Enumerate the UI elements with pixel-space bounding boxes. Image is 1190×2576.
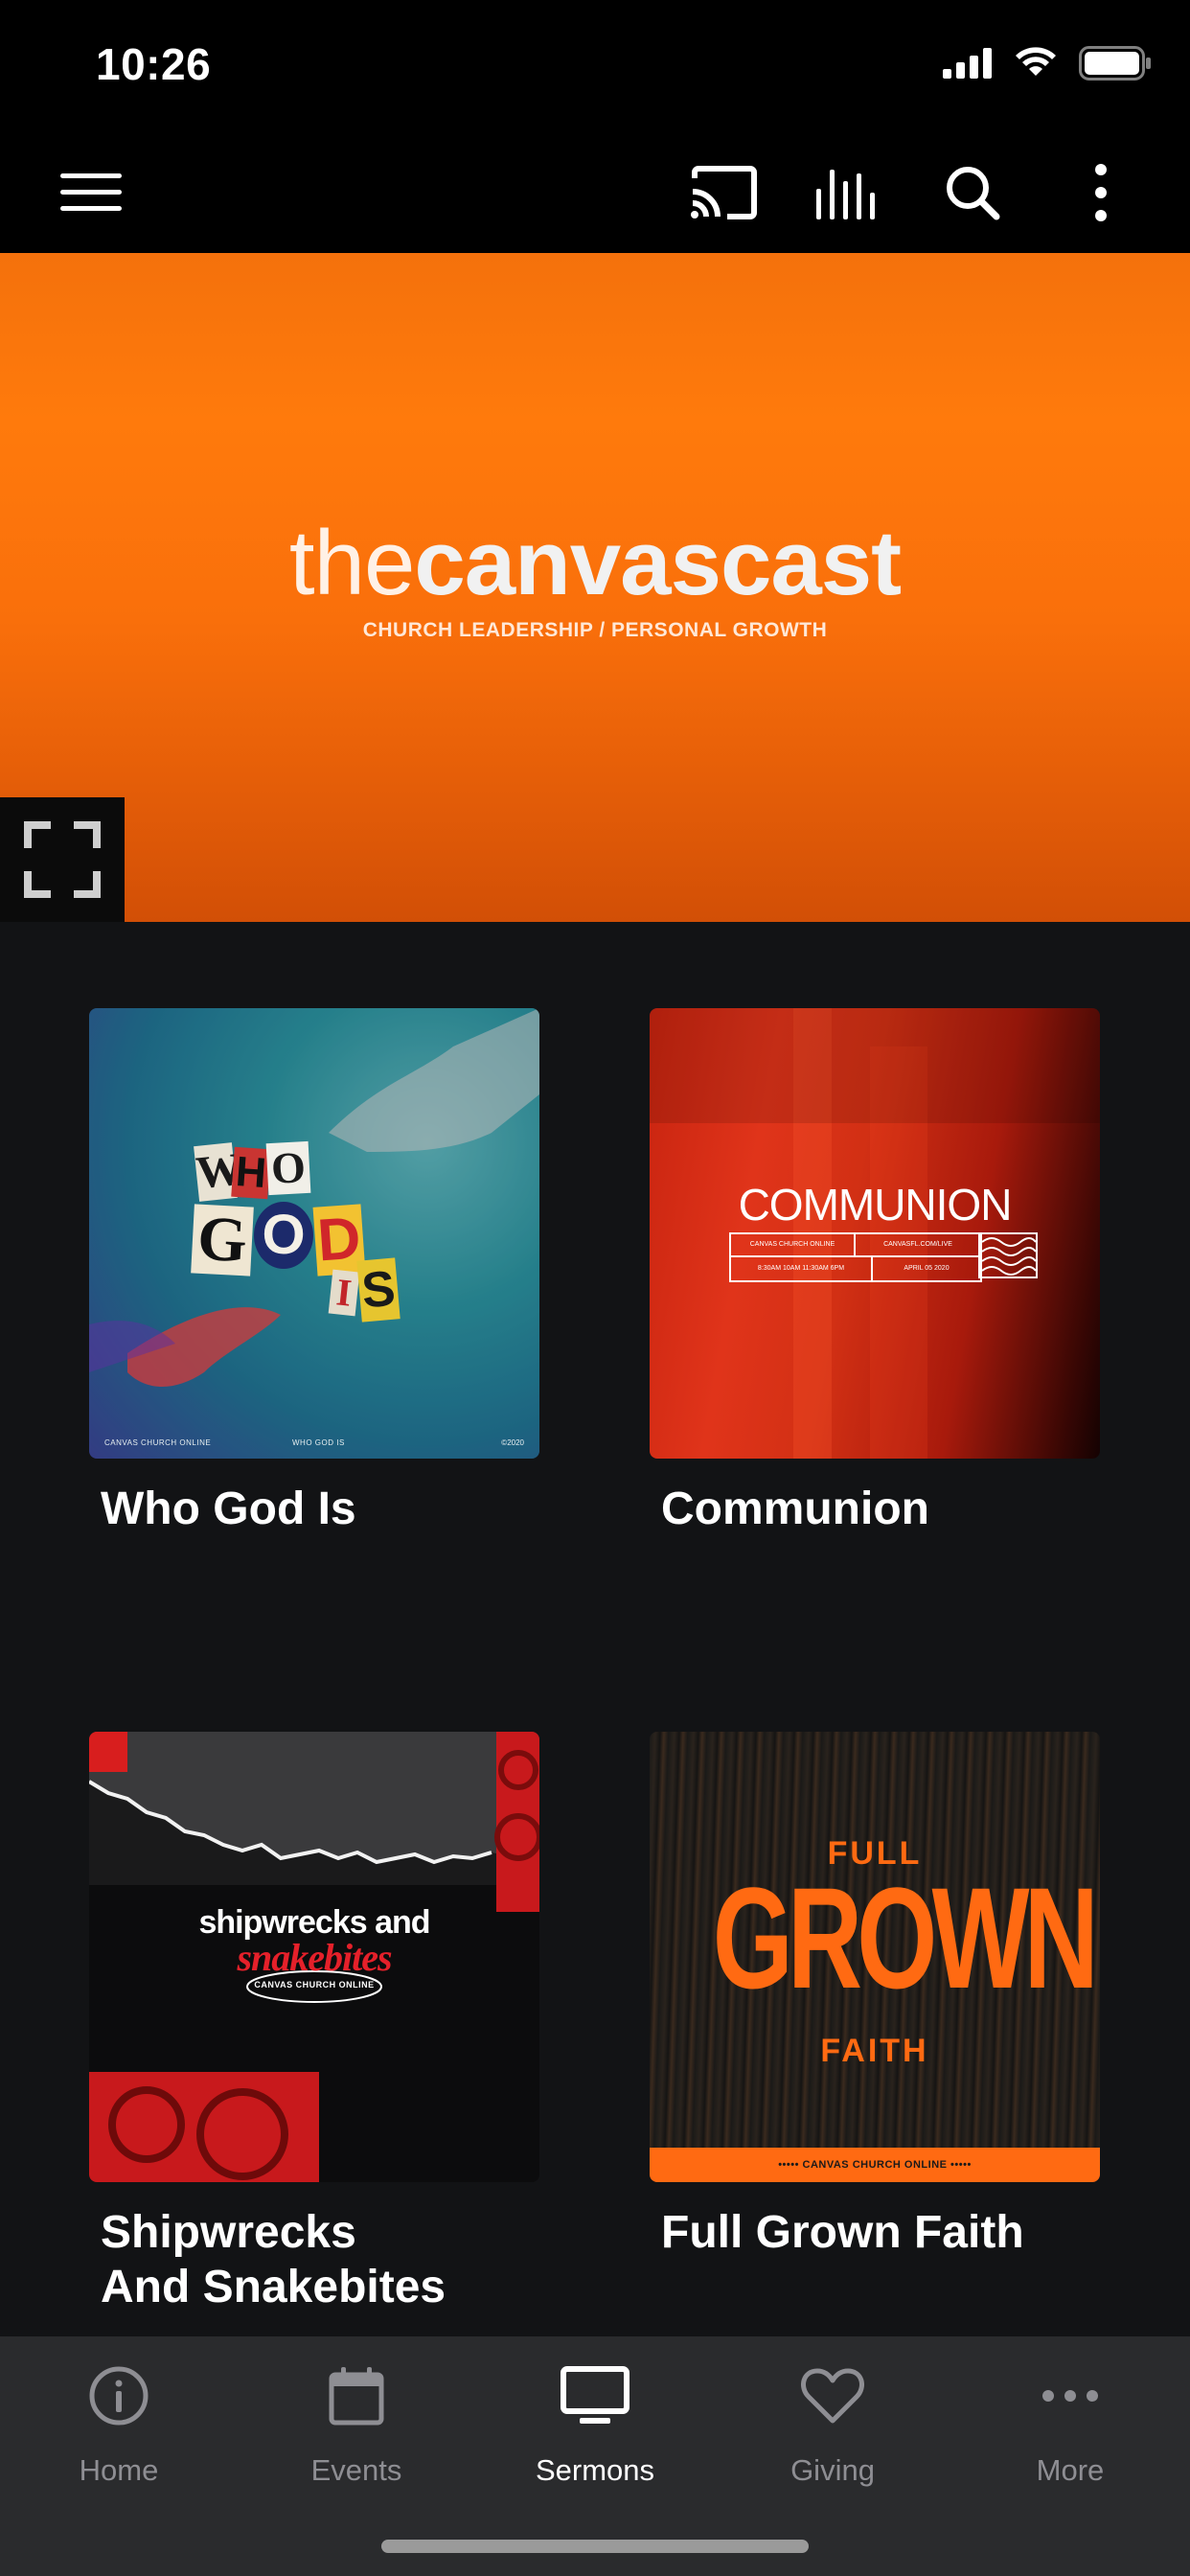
fullscreen-icon (24, 821, 101, 898)
collage-letter-text: G (195, 1203, 249, 1276)
sermon-artwork: COMMUNION CANVAS CHURCH ONLINE CANVASFL.… (650, 1008, 1100, 1459)
tab-home[interactable]: Home (0, 2336, 238, 2499)
heart-icon (714, 2359, 951, 2432)
collage-letter-text: O (262, 1204, 306, 1266)
tab-label: Home (79, 2453, 159, 2487)
tab-label: Sermons (535, 2453, 655, 2487)
info-icon (0, 2359, 238, 2432)
artwork-info-cell: APRIL 05 2020 (904, 1265, 950, 1272)
cellular-signal-icon (943, 48, 992, 79)
status-icons (943, 46, 1152, 80)
artwork-info-cell: CANVAS CHURCH ONLINE (731, 1234, 856, 1257)
collage-letter-text: H (234, 1147, 268, 1198)
artwork-heading: COMMUNION (738, 1180, 1013, 1230)
featured-hero-banner[interactable]: thecanvascast CHURCH LEADERSHIP / PERSON… (0, 253, 1190, 922)
status-time: 10:26 (96, 39, 212, 89)
collage-letter: O (254, 1202, 313, 1269)
sermon-artwork: W H O G O D I S CANVAS CHURCH ONLINE WHO… (89, 1008, 539, 1459)
artwork-badge: CANVAS CHURCH ONLINE (254, 1980, 375, 1990)
artwork-footer-text: ••••• CANVAS CHURCH ONLINE ••••• (778, 2159, 972, 2171)
vertical-dots-icon (1095, 164, 1107, 221)
sermon-title-line: Shipwrecks (101, 2207, 356, 2258)
sermon-card-communion[interactable]: COMMUNION CANVAS CHURCH ONLINE CANVASFL.… (650, 1008, 1100, 1536)
top-navigation-bar (0, 132, 1190, 253)
artwork-info-table: CANVAS CHURCH ONLINE CANVASFL.COM/LIVE 8… (729, 1232, 982, 1282)
search-button[interactable] (920, 132, 1025, 253)
tab-giving[interactable]: Giving (714, 2336, 951, 2499)
artwork-bottom-word: FAITH (820, 2033, 929, 2069)
audio-button[interactable] (795, 132, 901, 253)
hero-title: thecanvascast (0, 518, 1190, 610)
cast-icon (691, 166, 757, 219)
artwork-footer-middle: WHO GOD IS (292, 1438, 345, 1447)
overflow-menu-button[interactable] (1048, 132, 1154, 253)
audio-bars-icon (816, 170, 875, 219)
status-bar: 10:26 (0, 0, 1190, 132)
sermon-card-full-grown-faith[interactable]: FULL GROWN FAITH ••••• CANVAS CHURCH ONL… (650, 1732, 1100, 2260)
hero-title-light: the (288, 512, 415, 614)
more-dots-icon (951, 2359, 1189, 2432)
tab-more[interactable]: More (951, 2336, 1189, 2499)
tab-label: Events (310, 2453, 402, 2487)
menu-button[interactable] (38, 132, 144, 253)
sermon-artwork: shipwrecks and snakebites CANVAS CHURCH … (89, 1732, 539, 2182)
search-icon (947, 167, 1000, 220)
collage-letter: S (356, 1257, 400, 1322)
tv-icon (476, 2359, 714, 2432)
fullscreen-button[interactable] (0, 797, 125, 922)
artwork-middle-word: GROWN (712, 1857, 1099, 2018)
calendar-icon (238, 2359, 475, 2432)
hero-subtitle: CHURCH LEADERSHIP / PERSONAL GROWTH (362, 619, 828, 641)
collage-letter-text: I (333, 1270, 355, 1315)
sermon-title: Communion (661, 1484, 929, 1534)
sermon-title: Full Grown Faith (661, 2207, 1024, 2258)
collage-letter: H (231, 1146, 271, 1200)
tab-label: Giving (790, 2453, 875, 2487)
sermon-title-line: And Snakebites (101, 2262, 446, 2312)
artwork-info-cell: 8:30AM 10AM 11:30AM 6PM (731, 1257, 873, 1280)
sermon-title: Shipwrecks And Snakebites (89, 2205, 539, 2314)
wifi-icon (1016, 47, 1056, 76)
artwork-footer-right: ©2020 (501, 1438, 524, 1447)
hamburger-menu-icon (60, 173, 122, 211)
collage-letter-text: S (359, 1260, 398, 1320)
artwork-info-cell: CANVASFL.COM/LIVE (856, 1234, 980, 1257)
artwork-line2: snakebites (237, 1936, 392, 1979)
sermon-card-who-god-is[interactable]: W H O G O D I S CANVAS CHURCH ONLINE WHO… (89, 1008, 539, 1536)
tab-events[interactable]: Events (238, 2336, 475, 2499)
collage-letter-text: O (269, 1142, 308, 1193)
wave-pattern-icon (978, 1232, 1038, 1278)
tab-label: More (1036, 2453, 1105, 2487)
collage-letter: G (191, 1204, 254, 1276)
tab-sermons[interactable]: Sermons (476, 2336, 714, 2499)
battery-icon (1079, 46, 1151, 80)
sermon-card-shipwrecks-and-snakebites[interactable]: shipwrecks and snakebites CANVAS CHURCH … (89, 1732, 539, 2314)
artwork-footer-strip: ••••• CANVAS CHURCH ONLINE ••••• (650, 2148, 1100, 2182)
sermon-title: Who God Is (101, 1484, 356, 1534)
cast-button[interactable] (671, 132, 776, 253)
collage-letter: I (328, 1269, 360, 1317)
collage-letter: O (265, 1140, 311, 1196)
home-indicator (381, 2540, 809, 2553)
sermon-artwork: FULL GROWN FAITH ••••• CANVAS CHURCH ONL… (650, 1732, 1100, 2182)
hero-title-bold: canvascast (414, 512, 902, 614)
artwork-footer-left: CANVAS CHURCH ONLINE (104, 1438, 212, 1447)
